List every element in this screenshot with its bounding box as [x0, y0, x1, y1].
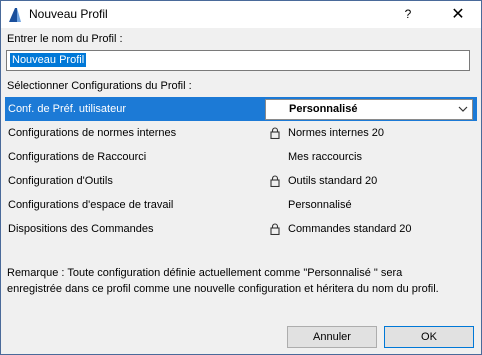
- config-name: Configurations de normes internes: [8, 127, 177, 139]
- dropdown-value: Personnalisé: [289, 103, 358, 115]
- lock-icon: [270, 127, 280, 139]
- lock-icon: [270, 223, 280, 235]
- remark-line-2: enregistrée dans ce profil comme une nou…: [7, 283, 439, 295]
- config-name: Configurations d'espace de travail: [8, 199, 174, 211]
- dialog-window: Nouveau Profil ? ✕ Entrer le nom du Prof…: [0, 0, 482, 355]
- config-name: Configurations de Raccourci: [8, 151, 147, 163]
- config-row-preferences[interactable]: Conf. de Préf. utilisateur Personnalisé: [5, 97, 477, 121]
- config-row-tools[interactable]: Configuration d'Outils Outils standard 2…: [5, 169, 477, 193]
- cancel-button[interactable]: Annuler: [287, 326, 377, 348]
- config-value: Commandes standard 20: [288, 223, 412, 235]
- window-title: Nouveau Profil: [29, 7, 108, 21]
- config-row-shortcuts[interactable]: Configurations de Raccourci Mes raccourc…: [5, 145, 477, 169]
- ok-button[interactable]: OK: [384, 326, 474, 348]
- configs-table: Conf. de Préf. utilisateur Personnalisé …: [5, 97, 477, 259]
- config-value: Mes raccourcis: [288, 151, 362, 163]
- close-button[interactable]: ✕: [435, 1, 481, 28]
- profile-name-label: Entrer le nom du Profil :: [7, 33, 123, 45]
- archicad-icon: [9, 8, 21, 22]
- title-bar: Nouveau Profil ? ✕: [1, 1, 481, 28]
- remark-text: Remarque : Toute configuration définie a…: [7, 265, 477, 297]
- config-row-internal-standards[interactable]: Configurations de normes internes Normes…: [5, 121, 477, 145]
- help-button[interactable]: ?: [385, 1, 431, 28]
- configs-label: Sélectionner Configurations du Profil :: [7, 80, 192, 92]
- remark-line-1: Remarque : Toute configuration définie a…: [7, 267, 403, 279]
- config-name: Configuration d'Outils: [8, 175, 113, 187]
- config-name: Dispositions des Commandes: [8, 223, 154, 235]
- profile-name-value: Nouveau Profil: [10, 53, 87, 67]
- config-value: Normes internes 20: [288, 127, 384, 139]
- profile-name-input[interactable]: Nouveau Profil: [6, 50, 470, 71]
- config-name: Conf. de Préf. utilisateur: [8, 103, 127, 115]
- config-row-commands[interactable]: Dispositions des Commandes Commandes sta…: [5, 217, 477, 241]
- lock-icon: [270, 175, 280, 187]
- config-value: Outils standard 20: [288, 175, 378, 187]
- preferences-dropdown[interactable]: Personnalisé: [265, 99, 473, 120]
- config-value: Personnalisé: [288, 199, 352, 211]
- chevron-down-icon: [458, 106, 468, 112]
- config-row-workspace[interactable]: Configurations d'espace de travail Perso…: [5, 193, 477, 217]
